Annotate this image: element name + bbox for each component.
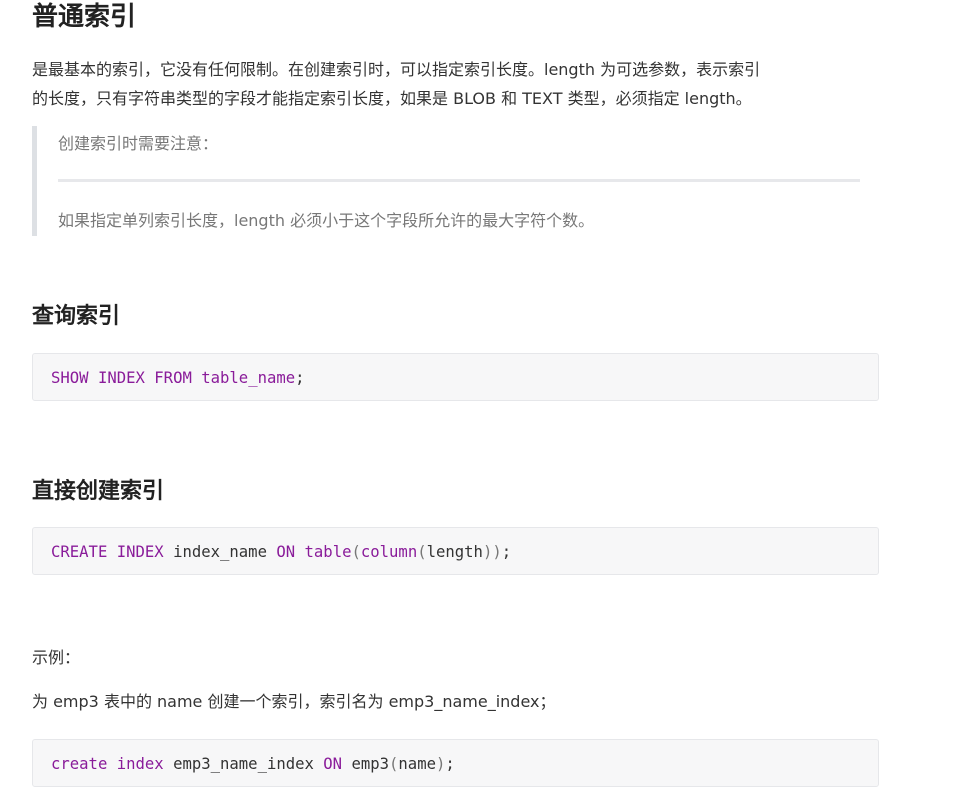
code-text: index_name [163, 543, 277, 561]
code-keyword: FROM [154, 369, 192, 387]
intro-line-1: 是最基本的索引，它没有任何限制。在创建索引时，可以指定索引长度。length 为… [32, 60, 761, 79]
code-text: ; [501, 543, 512, 561]
code-keyword: ON [323, 755, 343, 773]
page-title: 普通索引 [32, 2, 137, 32]
code-keyword: SHOW [51, 369, 89, 387]
code-keyword: INDEX [97, 369, 145, 387]
code-keyword: ON [276, 543, 296, 561]
example-code-block[interactable]: create index emp3_name_index ON emp3(nam… [32, 739, 879, 787]
note-title: 创建索引时需要注意： [58, 134, 219, 153]
example-label: 示例： [32, 648, 81, 667]
note-body: 如果指定单列索引长度，length 必须小于这个字段所允许的最大字符个数。 [58, 211, 595, 230]
code-punctuation: ( [389, 755, 399, 773]
query-index-heading: 查询索引 [32, 304, 121, 329]
code-keyword: INDEX [116, 543, 164, 561]
note-divider [58, 179, 860, 182]
query-index-code-block[interactable]: SHOW INDEX FROM table_name; [32, 353, 879, 401]
intro-line-2: 的长度，只有字符串类型的字段才能指定索引长度，如果是 BLOB 和 TEXT 类… [32, 89, 752, 108]
code-text: ; [445, 755, 455, 773]
code-punctuation: ( [417, 543, 427, 561]
code-punctuation: )) [482, 543, 502, 561]
code-punctuation: ; [295, 369, 305, 387]
create-index-code-block[interactable]: CREATE INDEX index_name ON table(column(… [32, 527, 879, 575]
code-keyword: create [51, 755, 108, 773]
create-index-heading: 直接创建索引 [32, 479, 165, 504]
code-keyword: table_name [201, 369, 296, 387]
code-punctuation: ) [435, 755, 446, 773]
code-text: name [398, 755, 436, 773]
example-description: 为 emp3 表中的 name 创建一个索引，索引名为 emp3_name_in… [32, 692, 556, 711]
code-text: emp3 [342, 755, 390, 773]
code-keyword: CREATE [51, 543, 108, 561]
code-text: length [426, 543, 483, 561]
code-keyword: column [360, 543, 418, 561]
code-text: emp3_name_index [163, 755, 324, 773]
code-keyword: table [304, 543, 352, 561]
note-blockquote: 创建索引时需要注意： 如果指定单列索引长度，length 必须小于这个字段所允许… [32, 126, 867, 236]
intro-paragraph: 是最基本的索引，它没有任何限制。在创建索引时，可以指定索引长度。length 为… [32, 55, 932, 113]
code-keyword: index [116, 755, 164, 773]
code-punctuation: ( [351, 543, 361, 561]
